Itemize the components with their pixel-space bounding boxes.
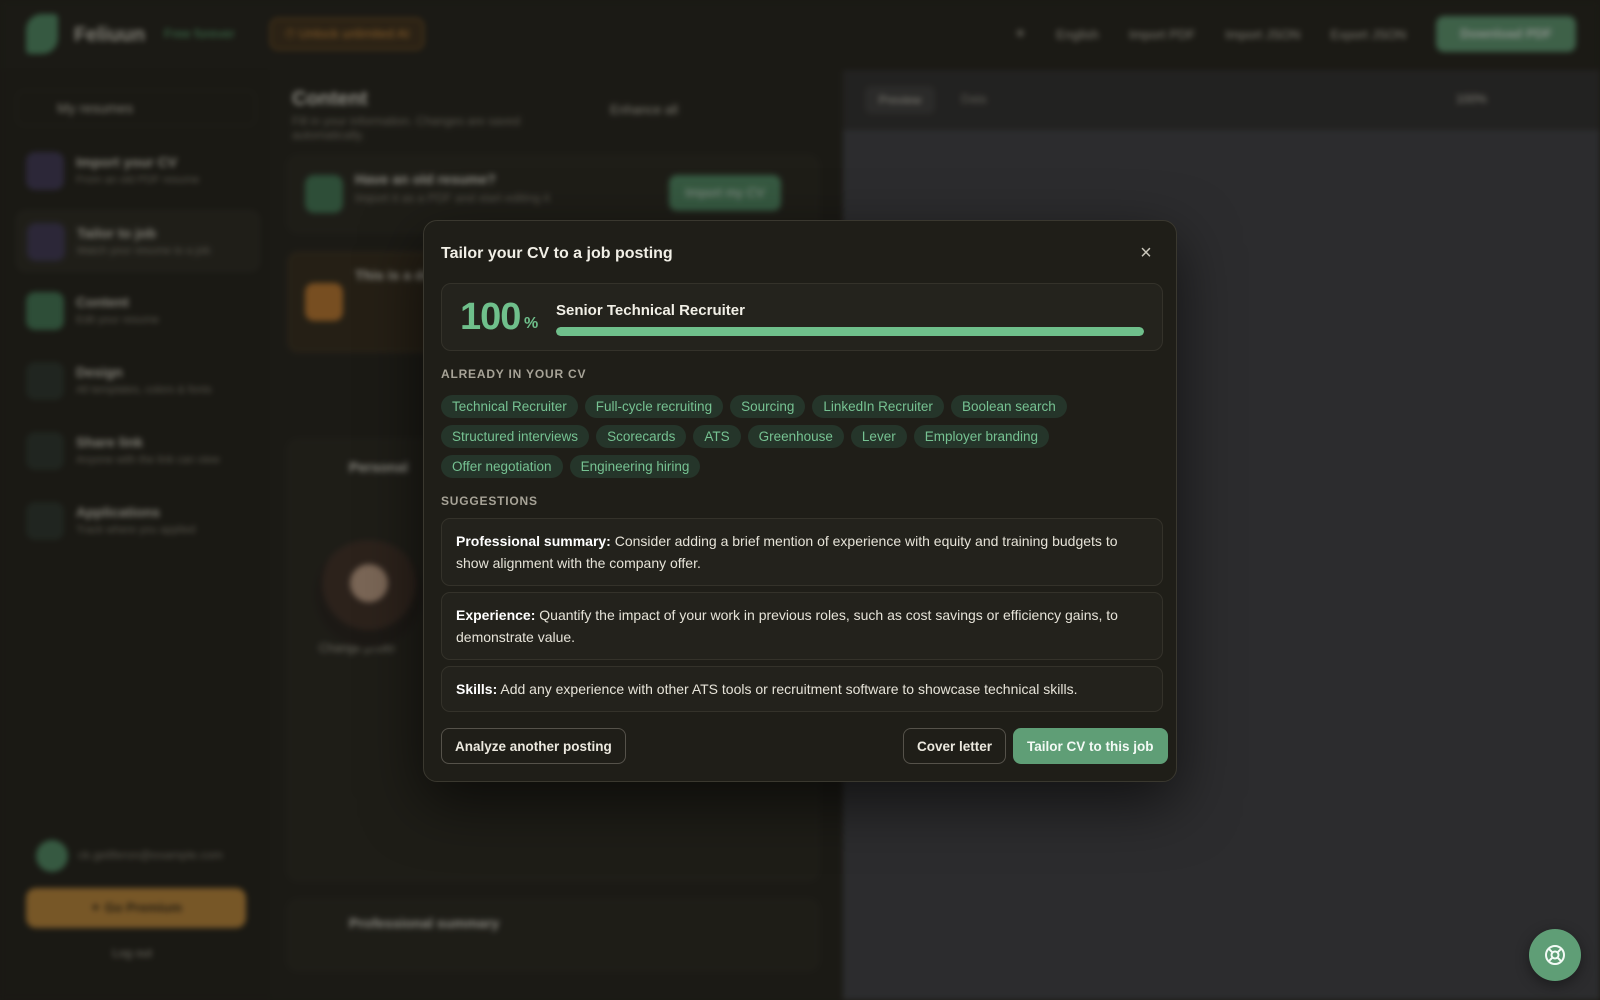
skill-tag: Scorecards xyxy=(596,425,687,448)
help-button[interactable] xyxy=(1529,929,1581,981)
sidebar-item-title: Tailor to job xyxy=(77,225,157,241)
promo-button[interactable]: ⏱ Unlock unlimited AI xyxy=(270,18,425,50)
sidebar-item-title: Share link xyxy=(76,434,143,450)
sidebar-item-title: Design xyxy=(76,364,123,380)
skill-tag: Engineering hiring xyxy=(569,455,701,478)
skill-tag: Offer negotiation xyxy=(441,455,563,478)
suggestion-text: Add any experience with other ATS tools … xyxy=(497,681,1078,697)
top-bar: Feliuun Free forever ⏱ Unlock unlimited … xyxy=(0,0,1600,70)
skill-tag: Lever xyxy=(850,425,907,448)
sidebar-item-tailor[interactable]: Tailor to job Match your resume to a job xyxy=(16,210,260,272)
suggestion-item-skills: Skills: Add any experience with other AT… xyxy=(441,666,1163,712)
import-pdf-button[interactable]: Import PDF xyxy=(1129,27,1195,42)
skill-tag: Full-cycle recruiting xyxy=(584,395,724,418)
logout-link[interactable]: Log out xyxy=(112,946,152,960)
sidebar: My resumes Import your CV From an old PD… xyxy=(0,70,270,1000)
warning-icon xyxy=(305,283,343,321)
suggestion-heading: Experience: xyxy=(456,607,536,623)
tab-data[interactable]: Data xyxy=(961,92,986,106)
match-progress-fill xyxy=(556,327,1144,336)
job-title: Senior Technical Recruiter xyxy=(556,302,745,319)
skill-tag-list: Technical Recruiter Full-cycle recruiting… xyxy=(441,395,1163,478)
skill-tag: Sourcing xyxy=(730,395,806,418)
app-logo-icon xyxy=(26,14,58,54)
section-title: Personal xyxy=(349,459,409,475)
close-icon[interactable]: × xyxy=(1134,241,1158,265)
suggestion-item-summary: Professional summary: Consider adding a … xyxy=(441,518,1163,586)
already-in-cv-label: ALREADY IN YOUR CV xyxy=(441,367,587,381)
export-json-button[interactable]: Export JSON xyxy=(1330,27,1406,42)
skill-tag: Structured interviews xyxy=(441,425,590,448)
palette-icon xyxy=(26,362,64,400)
upload-icon xyxy=(305,175,343,213)
page-title: Content xyxy=(292,88,368,110)
sidebar-item-title: Content xyxy=(76,294,129,310)
theme-toggle-icon[interactable]: ☀ xyxy=(1015,26,1027,42)
match-score-value: 100 xyxy=(460,296,521,338)
skill-tag: LinkedIn Recruiter xyxy=(812,395,944,418)
profile-photo xyxy=(315,540,423,648)
sidebar-item-subtitle: From an old PDF resume xyxy=(76,174,200,186)
plan-badge: Free forever xyxy=(164,26,235,41)
sidebar-item-subtitle: All templates, colors & fonts xyxy=(76,384,212,396)
skill-tag: Employer branding xyxy=(913,425,1050,448)
page-subtitle: Fill in your information. Changes are sa… xyxy=(292,114,521,142)
summary-section[interactable]: Professional summary xyxy=(288,900,818,970)
sidebar-item-subtitle: Edit your resume xyxy=(76,314,160,326)
sidebar-item-subtitle: Track where you applied xyxy=(76,524,196,536)
sidebar-item-share[interactable]: Share link Anyone with the link can view xyxy=(16,420,260,482)
import-my-cv-label: Import my CV xyxy=(685,185,765,200)
sidebar-item-title: Import your CV xyxy=(76,154,178,170)
import-card-subtitle: Import it as a PDF and start editing it xyxy=(355,191,550,205)
section-title: Professional summary xyxy=(349,915,500,931)
zoom-level: 100% xyxy=(1456,92,1487,106)
user-email: ck.geliferon@example.com xyxy=(78,848,223,862)
skill-tag: ATS xyxy=(693,425,741,448)
lifebuoy-icon xyxy=(1545,945,1565,965)
skill-tag: Technical Recruiter xyxy=(441,395,578,418)
skill-tag: Boolean search xyxy=(950,395,1067,418)
import-card-title: Have an old resume? xyxy=(355,171,496,187)
tailor-cv-modal: Tailor your CV to a job posting × 100 % … xyxy=(423,220,1177,782)
app-name: Feliuun xyxy=(74,24,146,46)
analyze-another-posting-button[interactable]: Analyze another posting xyxy=(441,728,626,764)
cover-letter-button[interactable]: Cover letter xyxy=(903,728,1007,764)
top-actions: ☀ English Import PDF Import JSON Export … xyxy=(1015,16,1576,52)
pencil-icon xyxy=(26,292,64,330)
sidebar-item-design[interactable]: Design All templates, colors & fonts xyxy=(16,350,260,412)
sidebar-item-import[interactable]: Import your CV From an old PDF resume xyxy=(16,140,260,202)
suggestions-label: SUGGESTIONS xyxy=(441,494,538,508)
tab-preview-label: Preview xyxy=(878,93,922,107)
share-icon xyxy=(26,432,64,470)
download-pdf-button[interactable]: Download PDF xyxy=(1436,16,1576,52)
suggestion-text: Quantify the impact of your work in prev… xyxy=(456,607,1118,645)
resume-switcher[interactable]: My resumes xyxy=(16,90,256,126)
modal-title: Tailor your CV to a job posting xyxy=(441,245,673,262)
enhance-all-button[interactable]: Enhance all xyxy=(610,102,678,117)
upload-icon xyxy=(26,152,64,190)
tailor-cv-button[interactable]: Tailor CV to this job xyxy=(1013,728,1168,764)
tab-preview[interactable]: Preview xyxy=(865,86,935,114)
go-premium-button[interactable]: ✦ Go Premium xyxy=(26,888,246,928)
match-score-card: 100 % Senior Technical Recruiter xyxy=(441,283,1163,351)
suggestion-item-experience: Experience: Quantify the impact of your … xyxy=(441,592,1163,660)
import-json-button[interactable]: Import JSON xyxy=(1225,27,1300,42)
language-select[interactable]: English xyxy=(1056,27,1099,42)
sidebar-item-title: Applications xyxy=(76,504,161,520)
match-score-unit: % xyxy=(524,315,539,332)
import-my-cv-button[interactable]: Import my CV xyxy=(669,175,781,211)
sidebar-item-applications[interactable]: Applications Track where you applied xyxy=(16,490,260,552)
match-progress-bar xyxy=(556,327,1144,336)
skill-tag: Greenhouse xyxy=(747,425,844,448)
briefcase-icon xyxy=(26,502,64,540)
avatar[interactable] xyxy=(36,840,68,872)
target-icon xyxy=(27,223,65,261)
sidebar-item-subtitle: Anyone with the link can view xyxy=(76,454,220,466)
suggestion-heading: Skills: xyxy=(456,681,498,697)
suggestion-heading: Professional summary: xyxy=(456,533,611,549)
preview-toolbar: Preview Data 100% xyxy=(843,70,1600,130)
sidebar-item-subtitle: Match your resume to a job xyxy=(77,245,211,257)
sidebar-item-content[interactable]: Content Edit your resume xyxy=(16,280,260,342)
